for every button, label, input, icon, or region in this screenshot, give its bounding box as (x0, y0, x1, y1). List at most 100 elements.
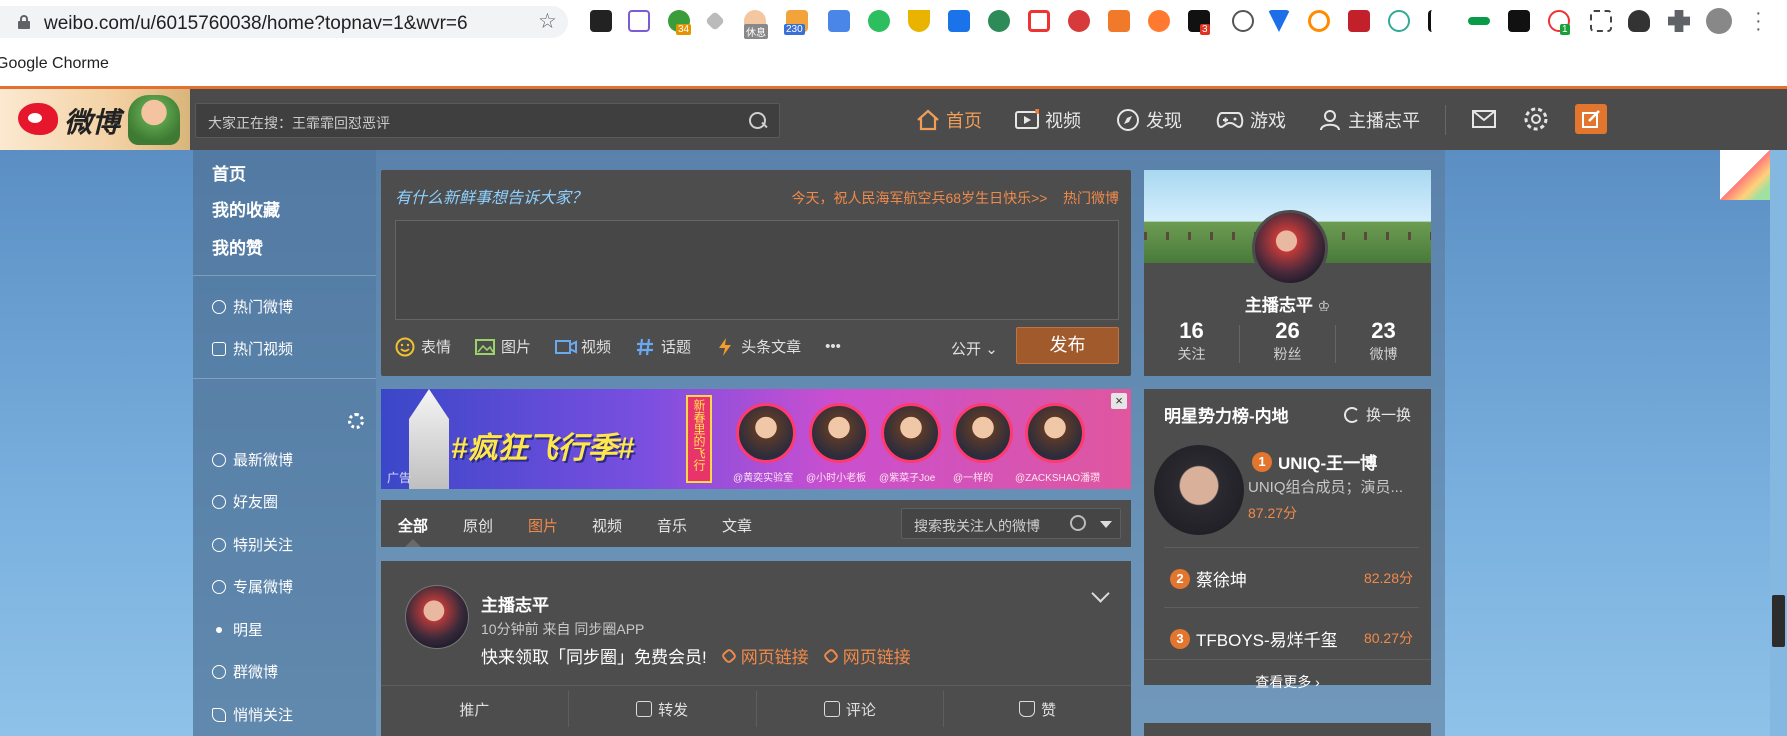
extension-globe-icon[interactable] (988, 10, 1010, 32)
scrollbar-track[interactable] (1770, 150, 1787, 736)
extension-green-icon[interactable] (1468, 17, 1490, 25)
profile-name[interactable]: 主播志平 ♔ (1144, 291, 1431, 316)
composer-textarea[interactable] (395, 220, 1119, 320)
search-icon[interactable] (1070, 515, 1086, 531)
refresh-button[interactable]: 换一换 (1343, 404, 1411, 425)
chevron-down-icon[interactable] (1091, 584, 1110, 603)
more-menu-icon[interactable]: · · · (1755, 3, 1762, 39)
nav-video[interactable]: 视频 (1015, 107, 1081, 133)
puzzle-extensions-icon[interactable] (1668, 10, 1690, 32)
sidebar-item-groups[interactable]: 群微博 (212, 661, 278, 682)
sidebar-item-home[interactable]: 首页 (212, 160, 246, 185)
extension-infinity-icon[interactable] (1308, 10, 1330, 32)
sidebar-item-hot-video[interactable]: 热门视频 (212, 338, 293, 359)
sidebar-item-hot-weibo[interactable]: 热门微博 (212, 296, 293, 317)
web-link[interactable]: 网页链接 (720, 643, 809, 668)
video-button[interactable]: 视频 (555, 336, 611, 357)
url-text[interactable]: weibo.com/u/6015760038/home?topnav=1&wvr… (44, 13, 468, 35)
extension-i-icon[interactable] (1428, 10, 1450, 32)
tab-video[interactable]: 视频 (592, 515, 622, 536)
like-button[interactable]: 赞 (944, 691, 1131, 727)
nav-profile[interactable]: 主播志平 (1318, 107, 1420, 133)
list-item[interactable]: 3 TFBOYS-易烊千玺 80.27分 (1164, 607, 1419, 667)
sidebar-settings-icon[interactable] (348, 413, 364, 429)
topic-button[interactable]: 话题 (635, 336, 691, 357)
repost-button[interactable]: 转发 (569, 691, 757, 727)
avatar[interactable] (1154, 445, 1244, 535)
sidebar-item-likes[interactable]: 我的赞 (212, 234, 263, 259)
search-input[interactable]: 大家正在搜：王霏霏回怼恶评 (208, 113, 390, 133)
extension-spy-icon[interactable] (1628, 10, 1650, 32)
tab-articles[interactable]: 文章 (722, 515, 752, 536)
emoji-button[interactable]: 表情 (395, 336, 451, 357)
extension-arrow-icon[interactable] (590, 10, 612, 32)
evernote-extension-icon[interactable] (868, 10, 890, 32)
search-icon[interactable] (749, 112, 767, 130)
web-link[interactable]: 网页链接 (822, 643, 911, 668)
extension-wifi-icon[interactable] (948, 10, 970, 32)
post-author[interactable]: 主播志平 (481, 591, 549, 616)
nav-discover[interactable]: 发现 (1116, 107, 1182, 133)
following-stat[interactable]: 16 关注 (1144, 318, 1239, 364)
mail-icon[interactable] (1470, 105, 1498, 133)
sidebar-item-favorites[interactable]: 我的收藏 (212, 196, 280, 221)
visibility-select[interactable]: 公开 ⌄ (951, 338, 998, 359)
bookmark-star-icon[interactable]: ☆ (538, 9, 557, 34)
scrollbar-thumb[interactable] (1772, 595, 1785, 647)
extension-clock-icon[interactable] (1388, 10, 1410, 32)
extension-bubble-icon[interactable] (1148, 10, 1170, 32)
avatar[interactable] (1252, 210, 1328, 286)
feed-search[interactable]: 搜索我关注人的微博 (901, 508, 1121, 539)
extension-w-icon[interactable] (1508, 10, 1530, 32)
extension-flag-icon[interactable] (1348, 10, 1370, 32)
list-item[interactable]: 2 蔡徐坤 82.28分 (1164, 547, 1419, 607)
comment-button[interactable]: 评论 (757, 691, 945, 727)
tab-all[interactable]: 全部 (398, 515, 428, 536)
extension-bolt-icon[interactable] (628, 10, 650, 32)
extension-v-icon[interactable] (1268, 10, 1290, 32)
nav-home[interactable]: 首页 (916, 107, 982, 133)
sidebar-item-stars[interactable]: 明星 (212, 619, 263, 640)
article-button[interactable]: 头条文章 (715, 336, 801, 357)
weibo-logo[interactable]: 微博 (0, 89, 190, 150)
hot-weibo-link[interactable]: 热门微博 (1063, 190, 1119, 206)
avatar[interactable] (405, 585, 469, 649)
translate-extension-icon[interactable] (828, 10, 850, 32)
rss-extension-icon[interactable] (1108, 10, 1130, 32)
sidebar-item-latest[interactable]: 最新微博 (212, 449, 293, 470)
see-more-link[interactable]: 查看更多 › (1144, 659, 1431, 690)
pin-extension-icon[interactable] (705, 11, 725, 31)
image-button[interactable]: 图片 (475, 336, 531, 357)
compose-button[interactable] (1575, 104, 1607, 134)
profile-avatar-icon[interactable] (1706, 8, 1732, 34)
lock-icon[interactable] (18, 15, 30, 29)
nav-games[interactable]: 游戏 (1216, 107, 1286, 133)
extension-cross-icon[interactable] (1028, 10, 1050, 32)
extension-en-icon[interactable] (1590, 10, 1612, 32)
close-icon[interactable]: × (1111, 393, 1127, 409)
tab-music[interactable]: 音乐 (657, 515, 687, 536)
settings-gear-icon[interactable] (1522, 105, 1550, 133)
notice-link[interactable]: 今天，祝人民海军航空兵68岁生日快乐>> (792, 190, 1048, 206)
bookmark-item[interactable]: Google Chorme (0, 55, 109, 73)
tab-images[interactable]: 图片 (528, 515, 558, 536)
extension-gauge-icon[interactable] (1232, 10, 1254, 32)
shield-extension-icon[interactable] (908, 10, 930, 32)
publish-button[interactable]: 发布 (1016, 327, 1119, 364)
sidebar-item-friends[interactable]: 好友圈 (212, 491, 278, 512)
chevron-down-icon[interactable] (1100, 521, 1112, 528)
promote-button[interactable]: 推广 (381, 691, 569, 727)
weibo-stat[interactable]: 23 微博 (1336, 318, 1431, 364)
extension-note-icon[interactable] (1068, 10, 1090, 32)
followers-stat[interactable]: 26 粉丝 (1240, 318, 1335, 364)
sidebar-item-exclusive[interactable]: 专属微博 (212, 576, 293, 597)
more-tools-button[interactable]: ••• (825, 338, 841, 355)
address-bar[interactable]: weibo.com/u/6015760038/home?topnav=1&wvr… (0, 6, 568, 38)
sidebar-item-quiet[interactable]: 悄悄关注 (212, 704, 293, 725)
rank-1-name[interactable]: 1 UNIQ-王一博 (1252, 449, 1377, 474)
tab-original[interactable]: 原创 (463, 515, 493, 536)
search-box[interactable]: 大家正在搜：王霏霏回怼恶评 (195, 103, 780, 138)
feed-search-input[interactable]: 搜索我关注人的微博 (914, 516, 1040, 536)
ad-banner[interactable]: #疯狂飞行季# 新春里的飞行 @黄奕实验室 @小时小老板 @紫菜子Joe @一样… (381, 389, 1131, 489)
sidebar-item-special[interactable]: 特别关注 (212, 534, 293, 555)
